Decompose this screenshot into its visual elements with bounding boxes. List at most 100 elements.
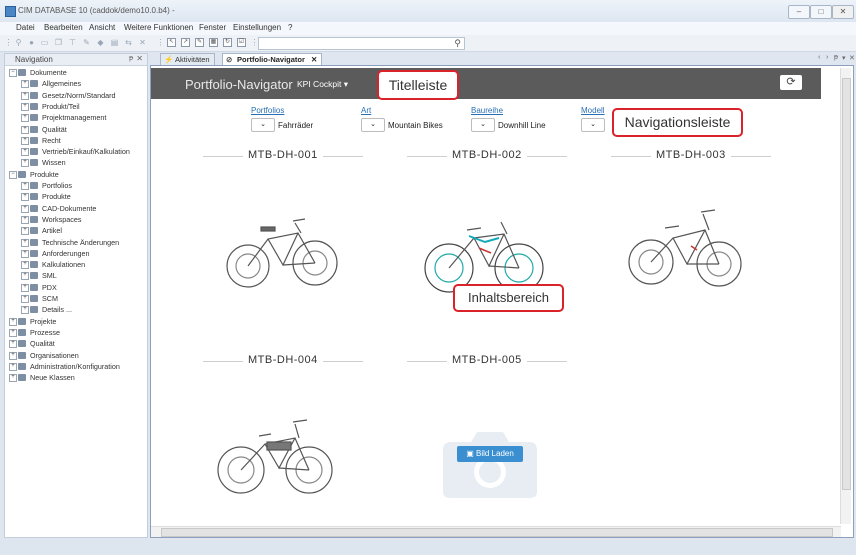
expand-icon[interactable]: + [21, 238, 29, 247]
divider [527, 361, 567, 362]
expand-icon[interactable]: + [9, 340, 17, 349]
filter-dropdown[interactable]: ⌄ [251, 118, 275, 132]
expand-icon[interactable]: + [21, 215, 29, 224]
bike-image-mtb-dh-004[interactable] [215, 408, 335, 508]
filter-caption[interactable]: Baureihe [471, 106, 503, 115]
card-title[interactable]: MTB-DH-004 [248, 354, 318, 366]
folder-icon [30, 136, 38, 144]
expand-icon[interactable]: + [9, 374, 17, 383]
expand-icon[interactable]: + [21, 272, 29, 281]
expand-icon[interactable]: + [21, 136, 29, 145]
folder-icon [30, 182, 38, 189]
divider [203, 361, 243, 362]
expand-icon[interactable]: + [21, 261, 29, 270]
filter-icon[interactable]: ⊤ [68, 38, 77, 47]
delete-icon[interactable]: ✕ [138, 38, 147, 47]
folder-icon [18, 317, 26, 325]
collapse-icon[interactable]: − [9, 170, 17, 179]
pin-tab-icon[interactable]: ᵽ [834, 54, 838, 61]
app-icon [5, 6, 16, 17]
card-title[interactable]: MTB-DH-005 [452, 354, 522, 366]
expand-icon[interactable]: + [21, 193, 29, 202]
filter-caption[interactable]: Modell [581, 106, 605, 115]
card-title[interactable]: MTB-DH-002 [452, 149, 522, 161]
bild-laden-button[interactable]: ▣ Bild Laden [457, 446, 523, 462]
filter-caption[interactable]: Art [361, 106, 371, 115]
minimize-button[interactable]: – [788, 5, 810, 19]
close-navigation-icon[interactable]: ✕ [136, 54, 143, 63]
filter-caption[interactable]: Portfolios [251, 106, 284, 115]
menu-bearbeiten[interactable]: Bearbeiten [44, 23, 83, 32]
search-input[interactable]: ⚲ [258, 37, 465, 50]
grip-icon: ⋮ [4, 38, 13, 47]
pin-icon[interactable]: ◆ [96, 38, 105, 47]
scrollbar-thumb[interactable] [842, 78, 851, 490]
expand-icon[interactable]: + [21, 102, 29, 111]
maximize-button[interactable]: □ [810, 5, 832, 19]
scroll-left-icon[interactable]: ‹ [818, 54, 820, 61]
card-title[interactable]: MTB-DH-003 [656, 149, 726, 161]
filter-dropdown[interactable]: ⌄ [471, 118, 495, 132]
filter-dropdown[interactable]: ⌄ [361, 118, 385, 132]
tab-label: Portfolio-Navigator [237, 55, 305, 64]
menu-weitere-funktionen[interactable]: Weitere Funktionen [124, 23, 193, 32]
cursor-icon[interactable]: ↖ [167, 38, 176, 47]
tab-menu-icon[interactable]: ▾ [842, 54, 846, 62]
refresh-tool-icon[interactable]: ↻ [223, 38, 232, 47]
document-icon[interactable]: ▤ [110, 38, 119, 47]
bike-image-mtb-dh-001[interactable] [223, 203, 343, 303]
search-icon[interactable]: ⚲ [454, 38, 461, 49]
expand-icon[interactable]: + [21, 204, 29, 213]
expand-icon[interactable]: + [21, 249, 29, 258]
scroll-right-icon[interactable]: › [826, 54, 828, 61]
portfolio-icon: ⊘ [226, 55, 233, 64]
scrollbar-thumb[interactable] [161, 528, 833, 537]
expand-icon[interactable]: + [21, 306, 29, 315]
expand-icon[interactable]: + [21, 125, 29, 134]
edit-icon[interactable]: ✎ [82, 38, 91, 47]
expand-icon[interactable]: + [21, 182, 29, 190]
open-icon[interactable]: ↗ [181, 38, 190, 47]
expand-icon[interactable]: + [21, 80, 29, 89]
menu-help[interactable]: ? [288, 23, 292, 32]
expand-icon[interactable]: + [21, 148, 29, 157]
tab-close-icon[interactable]: ✕ [311, 55, 317, 64]
close-button[interactable]: ✕ [832, 5, 854, 19]
expand-icon[interactable]: + [21, 295, 29, 303]
search-tool-icon[interactable]: ⚲ [14, 38, 23, 47]
pin-icon[interactable]: ᵽ [129, 55, 133, 62]
divider [611, 156, 651, 157]
info-icon[interactable]: ● [27, 38, 36, 47]
expand-icon[interactable]: + [9, 317, 17, 326]
expand-icon[interactable]: + [21, 283, 29, 292]
link-icon[interactable]: ⇆ [124, 38, 133, 47]
expand-icon[interactable]: + [21, 91, 29, 100]
collapse-icon[interactable]: − [9, 69, 17, 77]
filter-modell: Modell ⌄ [581, 106, 605, 132]
menu-einstellungen[interactable]: Einstellungen [233, 23, 281, 32]
tab-portfolio-navigator[interactable]: ⊘ Portfolio-Navigator ✕ [222, 53, 323, 65]
checkbox-icon[interactable]: ☑ [237, 38, 246, 47]
expand-icon[interactable]: + [9, 328, 17, 337]
grid-icon[interactable]: ▦ [209, 38, 218, 47]
kpi-cockpit-dropdown[interactable]: KPI Cockpit ▾ [297, 79, 348, 90]
expand-icon[interactable]: + [21, 159, 29, 168]
vertical-scrollbar[interactable] [840, 68, 851, 524]
horizontal-scrollbar[interactable] [151, 526, 841, 537]
menu-datei[interactable]: Datei [16, 23, 35, 32]
edit-box-icon[interactable]: ✎ [195, 38, 204, 47]
menu-ansicht[interactable]: Ansicht [89, 23, 115, 32]
menu-fenster[interactable]: Fenster [199, 23, 226, 32]
close-tab-icon[interactable]: ✕ [849, 54, 855, 62]
filter-dropdown[interactable]: ⌄ [581, 118, 605, 132]
expand-icon[interactable]: + [21, 227, 29, 236]
expand-icon[interactable]: + [21, 114, 29, 123]
new-icon[interactable]: ▭ [40, 38, 49, 47]
refresh-button[interactable]: ⟳ [780, 75, 802, 90]
expand-icon[interactable]: + [9, 362, 17, 371]
copy-icon[interactable]: ❐ [54, 38, 63, 47]
card-title[interactable]: MTB-DH-001 [248, 149, 318, 161]
tab-aktivitaeten[interactable]: ⚡ Aktivitäten [160, 53, 215, 65]
bike-image-mtb-dh-003[interactable] [625, 200, 745, 300]
expand-icon[interactable]: + [9, 351, 17, 360]
